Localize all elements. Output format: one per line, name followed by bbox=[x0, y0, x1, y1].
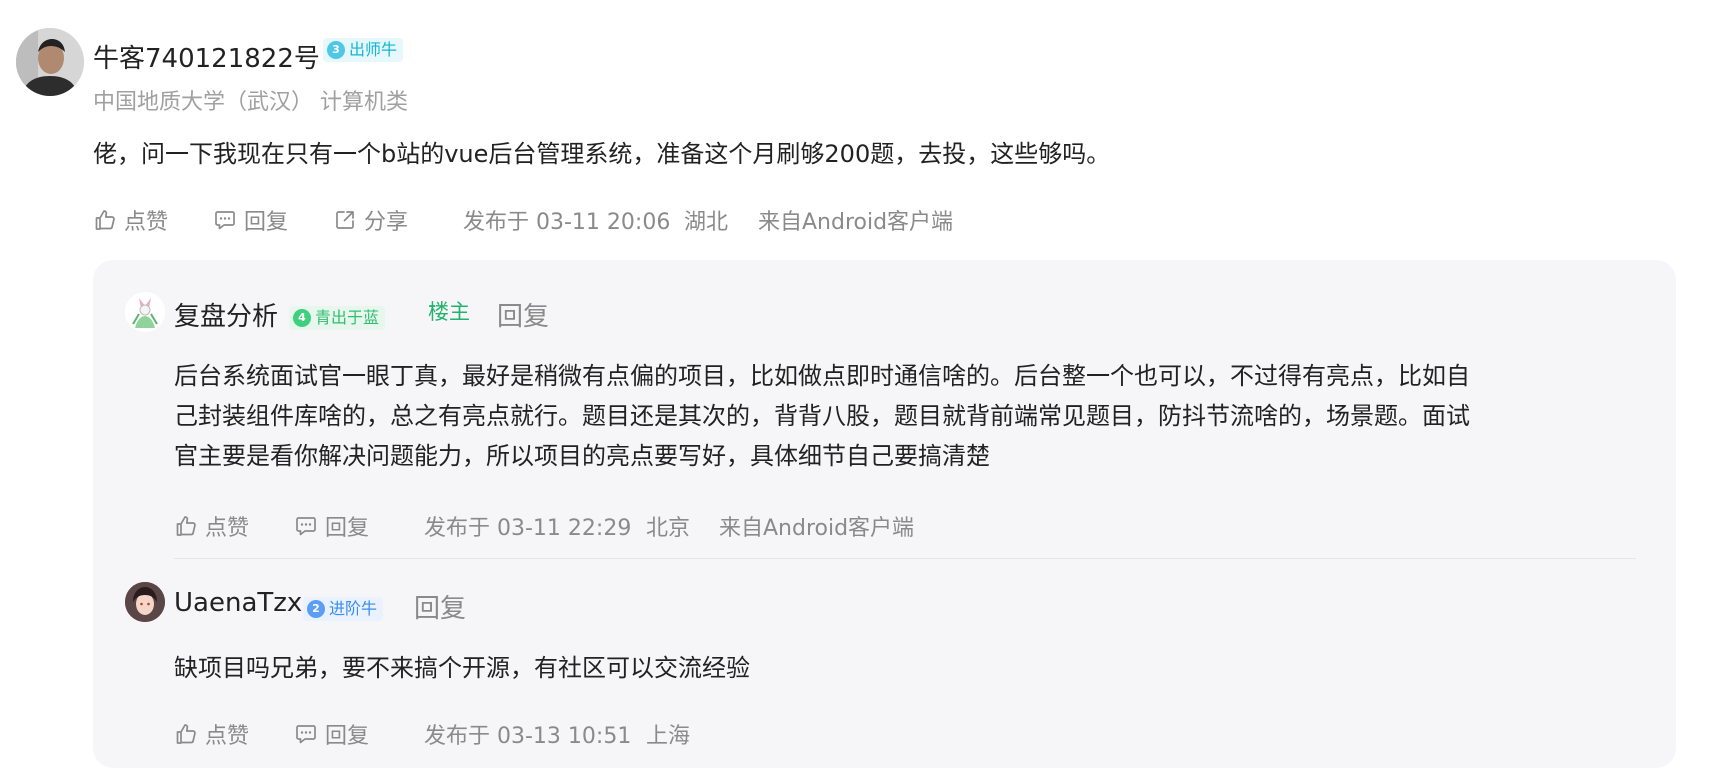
client-source: 来自Android客户端 bbox=[758, 210, 954, 235]
like-button[interactable]: 点赞 bbox=[174, 718, 249, 750]
reply-content-line: 后台系统面试官一眼丁真，最好是稍微有点偏的项目，比如做点即时通信啥的。后台整一个… bbox=[174, 362, 1470, 390]
author-name[interactable]: 牛客740121822号 bbox=[93, 38, 320, 75]
school-info: 中国地质大学（武汉） 计算机类 bbox=[93, 90, 408, 115]
reply-label: 回复 bbox=[325, 516, 370, 541]
level-badge: 2 进阶牛 bbox=[303, 597, 384, 621]
publish-time: 发布于 03-11 20:06 bbox=[463, 210, 671, 235]
author-name[interactable]: 复盘分析 bbox=[174, 296, 278, 333]
comment-icon bbox=[294, 514, 318, 538]
level-label: 进阶牛 bbox=[329, 599, 378, 618]
author-name[interactable]: UaenaTzx bbox=[174, 588, 302, 618]
like-label: 点赞 bbox=[205, 516, 250, 541]
thumbs-up-icon bbox=[174, 514, 198, 538]
comment-content: 佬，问一下我现在只有一个b站的vue后台管理系统，准备这个月刷够200题，去投，… bbox=[93, 140, 1111, 168]
comment-icon bbox=[294, 722, 318, 746]
level-icon: 2 bbox=[307, 600, 325, 618]
level-icon: 3 bbox=[327, 41, 345, 59]
avatar[interactable] bbox=[125, 292, 165, 332]
reply-content-line: 己封装组件库啥的，总之有亮点就行。题目还是其次的，背背八股，题目就背前端常见题目… bbox=[174, 402, 1470, 430]
reply-label: 回复 bbox=[325, 724, 370, 749]
location: 北京 bbox=[646, 516, 691, 541]
like-label: 点赞 bbox=[124, 210, 169, 235]
location: 上海 bbox=[646, 724, 691, 749]
location: 湖北 bbox=[684, 210, 729, 235]
avatar[interactable] bbox=[16, 28, 84, 96]
level-label: 出师牛 bbox=[349, 40, 398, 59]
reply-link[interactable]: 回复 bbox=[497, 296, 549, 333]
level-badge: 4 青出于蓝 bbox=[289, 306, 386, 330]
share-icon bbox=[333, 208, 357, 232]
level-badge: 3 出师牛 bbox=[323, 38, 404, 62]
thumbs-up-icon bbox=[93, 208, 117, 232]
share-button[interactable]: 分享 bbox=[333, 204, 408, 236]
reply-content: 缺项目吗兄弟，要不来搞个开源，有社区可以交流经验 bbox=[174, 654, 750, 682]
publish-time: 发布于 03-13 10:51 bbox=[424, 724, 632, 749]
divider bbox=[174, 558, 1636, 559]
reply-button[interactable]: 回复 bbox=[294, 718, 369, 750]
share-label: 分享 bbox=[364, 210, 409, 235]
owner-tag: 楼主 bbox=[428, 300, 470, 324]
like-label: 点赞 bbox=[205, 724, 250, 749]
reply-button[interactable]: 回复 bbox=[213, 204, 288, 236]
reply-label: 回复 bbox=[244, 210, 289, 235]
like-button[interactable]: 点赞 bbox=[174, 510, 249, 542]
reply-button[interactable]: 回复 bbox=[294, 510, 369, 542]
reply-content-line: 官主要是看你解决问题能力，所以项目的亮点要写好，具体细节自己要搞清楚 bbox=[174, 442, 990, 470]
like-button[interactable]: 点赞 bbox=[93, 204, 168, 236]
thumbs-up-icon bbox=[174, 722, 198, 746]
reply-content: 后台系统面试官一眼丁真，最好是稍微有点偏的项目，比如做点即时通信啥的。后台整一个… bbox=[174, 356, 1470, 476]
client-source: 来自Android客户端 bbox=[719, 516, 915, 541]
publish-time: 发布于 03-11 22:29 bbox=[424, 516, 632, 541]
level-label: 青出于蓝 bbox=[315, 308, 380, 327]
reply-link[interactable]: 回复 bbox=[414, 588, 466, 625]
level-icon: 4 bbox=[293, 309, 311, 327]
comment-icon bbox=[213, 208, 237, 232]
avatar[interactable] bbox=[125, 582, 165, 622]
